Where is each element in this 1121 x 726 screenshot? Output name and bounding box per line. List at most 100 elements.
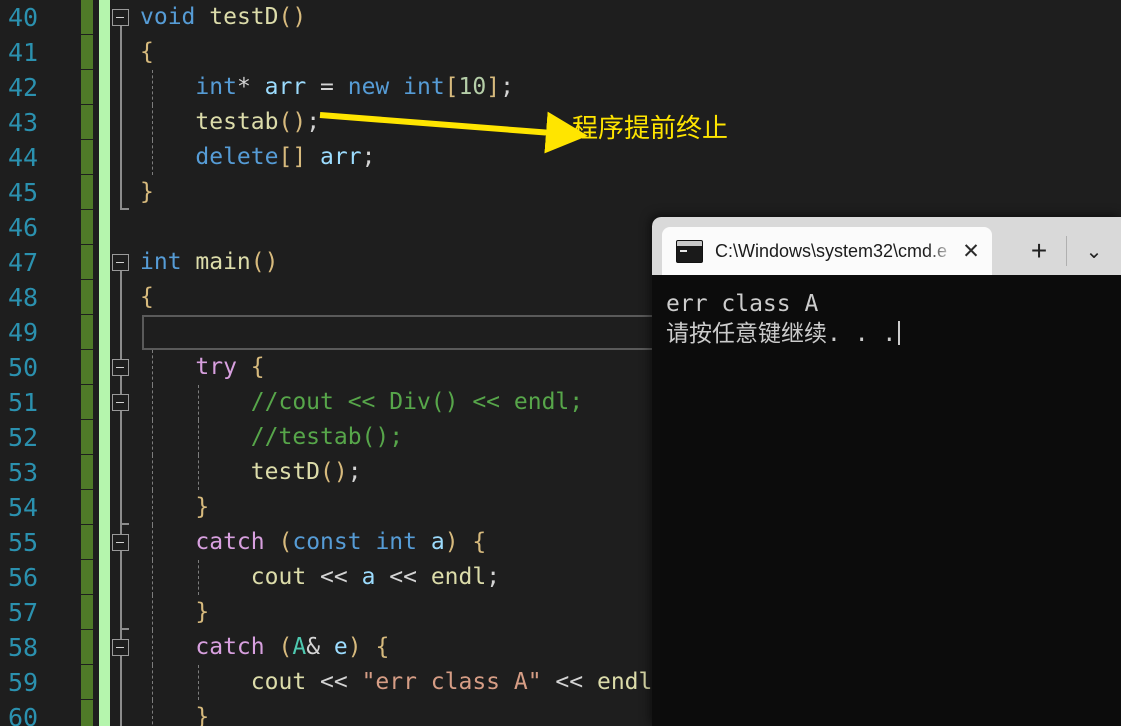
- code-token: (): [320, 459, 348, 485]
- terminal-output-text: 请按任意键继续. . .: [666, 321, 897, 347]
- fold-range-end: [120, 208, 129, 210]
- line-number: 43: [8, 108, 39, 137]
- fold-range-line: [120, 411, 122, 524]
- code-token: testab: [195, 109, 279, 135]
- code-line[interactable]: void testD(): [140, 0, 1121, 35]
- code-token: arr: [264, 74, 307, 100]
- code-token: }: [195, 704, 210, 726]
- change-segment: [81, 105, 93, 140]
- code-token: new: [347, 74, 404, 100]
- line-number: 51: [8, 388, 39, 417]
- screen-root: 40 41 42 43 44 45 46 47 48 49 50 51 52 53 54 55 56 57 58 59…: [0, 0, 1121, 726]
- code-token: 10: [458, 74, 487, 100]
- code-token: }: [140, 179, 154, 205]
- code-token: ]: [486, 74, 501, 100]
- fold-range-line: [120, 26, 122, 209]
- close-icon[interactable]: ✕: [956, 236, 986, 266]
- indent-guide: [198, 560, 200, 595]
- line-number: 50: [8, 353, 39, 382]
- code-token: [: [444, 74, 459, 100]
- indent-guide: [198, 385, 200, 420]
- code-line[interactable]: delete[] arr;: [140, 140, 1121, 175]
- change-segment: [81, 315, 93, 350]
- code-token: <<: [306, 564, 362, 590]
- change-segment: [81, 490, 93, 525]
- change-segment: [81, 280, 93, 315]
- change-segment: [81, 35, 93, 70]
- change-segment: [81, 665, 93, 700]
- code-token: ;: [361, 144, 376, 170]
- change-segment: [81, 245, 93, 280]
- fold-toggle-icon[interactable]: [112, 254, 129, 271]
- code-token: e: [333, 634, 348, 660]
- fold-range-line: [120, 551, 122, 629]
- code-folding-gutter[interactable]: [112, 0, 140, 726]
- line-number: 44: [8, 143, 39, 172]
- code-token: ): [347, 634, 376, 660]
- change-segment: [81, 560, 93, 595]
- line-number: 52: [8, 423, 39, 452]
- code-line[interactable]: }: [140, 175, 1121, 210]
- terminal-titlebar[interactable]: C:\Windows\system32\cmd.e ✕ + ⌄: [652, 217, 1121, 275]
- indent-guide: [152, 560, 153, 595]
- code-line[interactable]: int* arr = new int[10];: [140, 70, 1121, 105]
- terminal-tab-title: C:\Windows\system32\cmd.e: [715, 240, 948, 261]
- change-indicator-strip: [81, 0, 93, 726]
- fold-toggle-icon[interactable]: [112, 9, 129, 26]
- line-number: 60: [8, 703, 39, 726]
- titlebar-divider: [1066, 236, 1067, 266]
- code-token: arr: [306, 144, 362, 170]
- indent-guide: [152, 140, 153, 175]
- new-tab-button[interactable]: +: [1018, 227, 1060, 275]
- chevron-down-icon[interactable]: ⌄: [1073, 227, 1115, 275]
- code-token: {: [140, 39, 154, 65]
- fold-toggle-icon[interactable]: [112, 394, 129, 411]
- line-number: 57: [8, 598, 39, 627]
- code-token: catch: [195, 634, 279, 660]
- code-token: {: [375, 634, 390, 660]
- line-number: 54: [8, 493, 39, 522]
- change-segment: [81, 455, 93, 490]
- fold-range-line: [120, 656, 122, 726]
- terminal-tab[interactable]: C:\Windows\system32\cmd.e ✕: [662, 227, 992, 275]
- fold-toggle-icon[interactable]: [112, 534, 129, 551]
- change-segment: [81, 630, 93, 665]
- fold-toggle-icon[interactable]: [112, 639, 129, 656]
- code-token: "err class A": [361, 669, 542, 695]
- code-token: endl: [430, 564, 487, 590]
- line-number: 53: [8, 458, 39, 487]
- line-number: 42: [8, 73, 39, 102]
- line-number: 47: [8, 248, 39, 277]
- code-token: ): [444, 529, 473, 555]
- line-number: 46: [8, 213, 39, 242]
- terminal-window[interactable]: C:\Windows\system32\cmd.e ✕ + ⌄ err clas…: [652, 217, 1121, 726]
- indent-guide: [152, 595, 153, 630]
- terminal-output-line: err class A: [666, 291, 819, 317]
- indent-guide: [152, 665, 153, 700]
- code-token: *: [236, 74, 265, 100]
- code-line[interactable]: {: [140, 35, 1121, 70]
- code-token: testD: [250, 459, 321, 485]
- code-token: (: [278, 529, 293, 555]
- code-token: &: [306, 634, 334, 660]
- code-token: (): [278, 109, 307, 135]
- code-token: }: [195, 599, 210, 625]
- code-token: <<: [375, 564, 431, 590]
- terminal-output[interactable]: err class A 请按任意键继续. . .: [652, 275, 1121, 726]
- terminal-cursor: [898, 321, 901, 345]
- code-token: catch: [195, 529, 279, 555]
- fold-toggle-icon[interactable]: [112, 359, 129, 376]
- indent-guide: [152, 525, 153, 560]
- code-token: ;: [306, 109, 321, 135]
- indent-guide: [152, 105, 153, 140]
- code-token: cout: [250, 564, 307, 590]
- code-token: ;: [486, 564, 501, 590]
